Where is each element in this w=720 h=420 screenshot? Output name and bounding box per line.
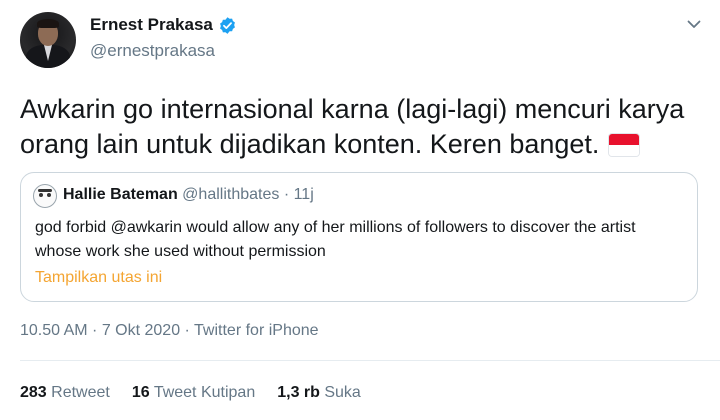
retweets-stat[interactable]: 283 Retweet [20,384,110,402]
quoted-author-avatar [33,184,57,208]
tweet-timestamp: 10.50 AM · 7 Okt 2020 · Twitter for iPho… [20,322,319,340]
quoted-handle: @hallithbates [182,186,280,203]
avatar-hair [37,19,59,28]
quoted-time: 11j [293,186,314,203]
avatar-eye-right [47,193,51,197]
quoted-display-name: Hallie Bateman [63,186,178,203]
indonesia-flag-icon [609,134,640,156]
show-thread-link[interactable]: Tampilkan utas ini [35,269,162,287]
quote-tweets-stat[interactable]: 16 Tweet Kutipan [132,384,255,402]
divider [20,360,720,361]
tweet-text-body: Awkarin go internasional karna (lagi-lag… [20,94,685,159]
quotes-count: 16 [131,384,150,401]
author-handle[interactable]: @ernestprakasa [90,41,215,61]
tweet-text: Awkarin go internasional karna (lagi-lag… [20,92,710,162]
avatar-brow [38,189,52,192]
author-display-name[interactable]: Ernest Prakasa [90,15,213,35]
likes-stat[interactable]: 1,3 rb Suka [277,384,361,402]
tweet-card: Ernest Prakasa @ernestprakasa Awkarin go… [0,0,720,420]
author-avatar[interactable] [20,12,76,68]
author-name-row[interactable]: Ernest Prakasa [90,15,237,35]
quoted-tweet[interactable]: Hallie Bateman @hallithbates · 11j god f… [20,172,698,302]
quoted-separator: · [283,186,290,203]
verified-badge-icon [219,16,235,34]
likes-count: 1,3 rb [277,384,320,401]
retweets-label: Retweet [51,384,110,401]
quotes-label: Tweet Kutipan [153,384,256,401]
tweet-source-link[interactable]: Twitter for iPhone [194,322,319,339]
likes-label: Suka [324,384,361,401]
avatar-eye-left [39,193,43,197]
timestamp-date[interactable]: 10.50 AM · 7 Okt 2020 · [20,322,194,339]
quoted-text: god forbid @awkarin would allow any of h… [35,219,636,260]
engagement-stats: 283 Retweet 16 Tweet Kutipan 1,3 rb Suka [20,384,361,402]
quoted-header: Hallie Bateman @hallithbates · 11j [63,186,314,204]
chevron-down-icon[interactable] [686,16,702,32]
retweets-count: 283 [20,384,47,401]
